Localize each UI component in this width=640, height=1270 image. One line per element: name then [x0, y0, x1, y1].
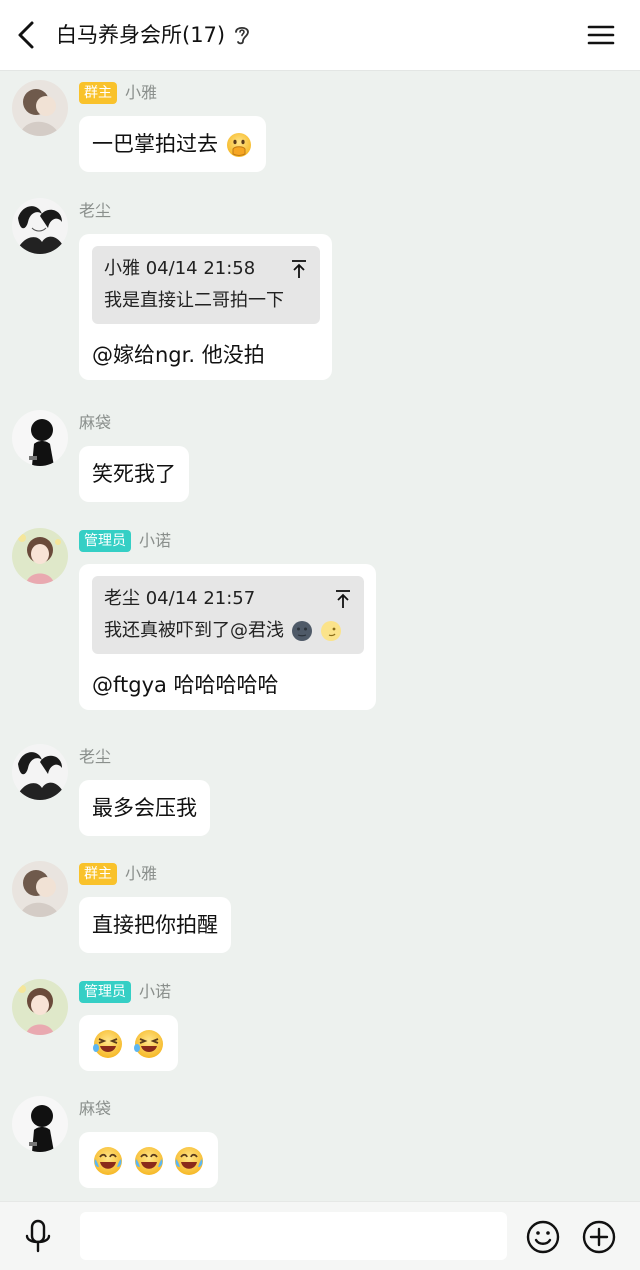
message-bubble[interactable]: 笑死我了 — [79, 446, 189, 502]
avatar[interactable] — [12, 410, 68, 466]
quote-text-content: 我还真被吓到了@君浅 — [104, 620, 284, 641]
quote-text: 我是直接让二哥拍一下 — [104, 290, 284, 311]
laughing-squint-face-icon — [93, 1030, 122, 1058]
sender-name: 小诺 — [139, 531, 172, 550]
tears-of-joy-face-icon — [175, 1147, 204, 1175]
sender-row: 管理员 小诺 — [79, 530, 171, 552]
message-row: 麻袋 笑死我了 — [0, 400, 640, 512]
owner-badge: 群主 — [79, 863, 117, 885]
quoted-message[interactable]: 老尘 04/14 21:57 我还真被吓到了@君浅 — [92, 576, 364, 654]
avatar[interactable] — [12, 861, 68, 917]
message-bubble[interactable]: 一巴掌拍过去 — [79, 116, 266, 172]
message-text: 直接把你拍醒 — [92, 913, 218, 937]
message-text: 最多会压我 — [92, 796, 197, 820]
message-bubble[interactable]: 最多会压我 — [79, 780, 210, 836]
smiley-icon[interactable] — [525, 1219, 561, 1255]
laughing-squint-face-icon — [133, 1030, 163, 1058]
message-bubble[interactable]: 直接把你拍醒 — [79, 897, 231, 953]
message-row: 麻袋 — [0, 1086, 640, 1198]
crescent-moon-face-icon — [321, 621, 342, 641]
avatar[interactable] — [12, 979, 68, 1035]
sender-name: 小雅 — [125, 864, 158, 883]
avatar[interactable] — [12, 80, 68, 136]
sender-name: 麻袋 — [79, 1099, 112, 1118]
face-with-hand-over-mouth-icon — [226, 133, 251, 157]
chevron-left-icon[interactable] — [10, 17, 46, 53]
new-moon-face-icon — [291, 621, 312, 641]
message-bubble[interactable] — [79, 1132, 219, 1188]
sender-row: 老尘 — [79, 200, 111, 222]
quote-text: 我还真被吓到了@君浅 — [104, 618, 350, 644]
plus-circle-icon[interactable] — [581, 1219, 617, 1255]
avatar[interactable] — [12, 198, 68, 254]
jump-to-top-icon[interactable] — [290, 259, 308, 279]
message-row: 老尘 最多会压我 — [0, 734, 640, 846]
tears-of-joy-face-icon — [134, 1147, 163, 1175]
message-row: 管理员 小诺 — [0, 969, 640, 1081]
jump-to-top-icon[interactable] — [334, 589, 352, 609]
menu-icon[interactable] — [584, 18, 618, 52]
sender-name: 小雅 — [125, 83, 158, 102]
ear-icon — [235, 26, 249, 45]
message-bubble[interactable]: 老尘 04/14 21:57 我还真被吓到了@君浅 @ftgya 哈哈哈哈哈 — [79, 564, 376, 710]
message-text: 一巴掌拍过去 — [92, 132, 218, 156]
sender-name: 老尘 — [79, 201, 112, 220]
message-input[interactable] — [80, 1212, 507, 1260]
sender-row: 麻袋 — [79, 1098, 111, 1120]
message-row: 老尘 小雅 04/14 21:58 我是直接让二哥拍一下 @嫁给ngr. 他没拍 — [0, 188, 640, 400]
sender-row: 麻袋 — [79, 412, 111, 434]
sender-row: 管理员 小诺 — [79, 981, 171, 1003]
message-row: 管理员 小诺 老尘 04/14 21:57 我还真被吓到了@君浅 @ftgya … — [0, 518, 640, 738]
avatar[interactable] — [12, 744, 68, 800]
microphone-icon[interactable] — [22, 1218, 54, 1256]
tears-of-joy-face-icon — [94, 1147, 122, 1175]
message-text: @ftgya 哈哈哈哈哈 — [92, 673, 279, 697]
sender-row: 群主 小雅 — [79, 863, 157, 885]
quoted-message[interactable]: 小雅 04/14 21:58 我是直接让二哥拍一下 — [92, 246, 320, 324]
chat-header: 白马养身会所(17) — [0, 0, 640, 71]
owner-badge: 群主 — [79, 82, 117, 104]
sender-row: 老尘 — [79, 746, 111, 768]
quote-meta: 小雅 04/14 21:58 — [104, 258, 256, 279]
admin-badge: 管理员 — [79, 981, 131, 1003]
avatar[interactable] — [12, 528, 68, 584]
admin-badge: 管理员 — [79, 530, 131, 552]
sender-row: 群主 小雅 — [79, 82, 157, 104]
quote-meta: 老尘 04/14 21:57 — [104, 588, 256, 609]
message-bubble[interactable] — [79, 1015, 178, 1071]
sender-name: 老尘 — [79, 747, 112, 766]
message-text: 笑死我了 — [92, 462, 176, 486]
avatar[interactable] — [12, 1096, 68, 1152]
message-bubble[interactable]: 小雅 04/14 21:58 我是直接让二哥拍一下 @嫁给ngr. 他没拍 — [79, 234, 332, 380]
message-row: 群主 小雅 直接把你拍醒 — [0, 851, 640, 963]
message-row: 群主 小雅 一巴掌拍过去 — [0, 70, 640, 178]
page-title: 白马养身会所(17) — [56, 23, 226, 47]
message-text: @嫁给ngr. 他没拍 — [92, 343, 265, 367]
input-bar — [0, 1201, 640, 1270]
sender-name: 麻袋 — [79, 413, 112, 432]
sender-name: 小诺 — [139, 982, 172, 1001]
